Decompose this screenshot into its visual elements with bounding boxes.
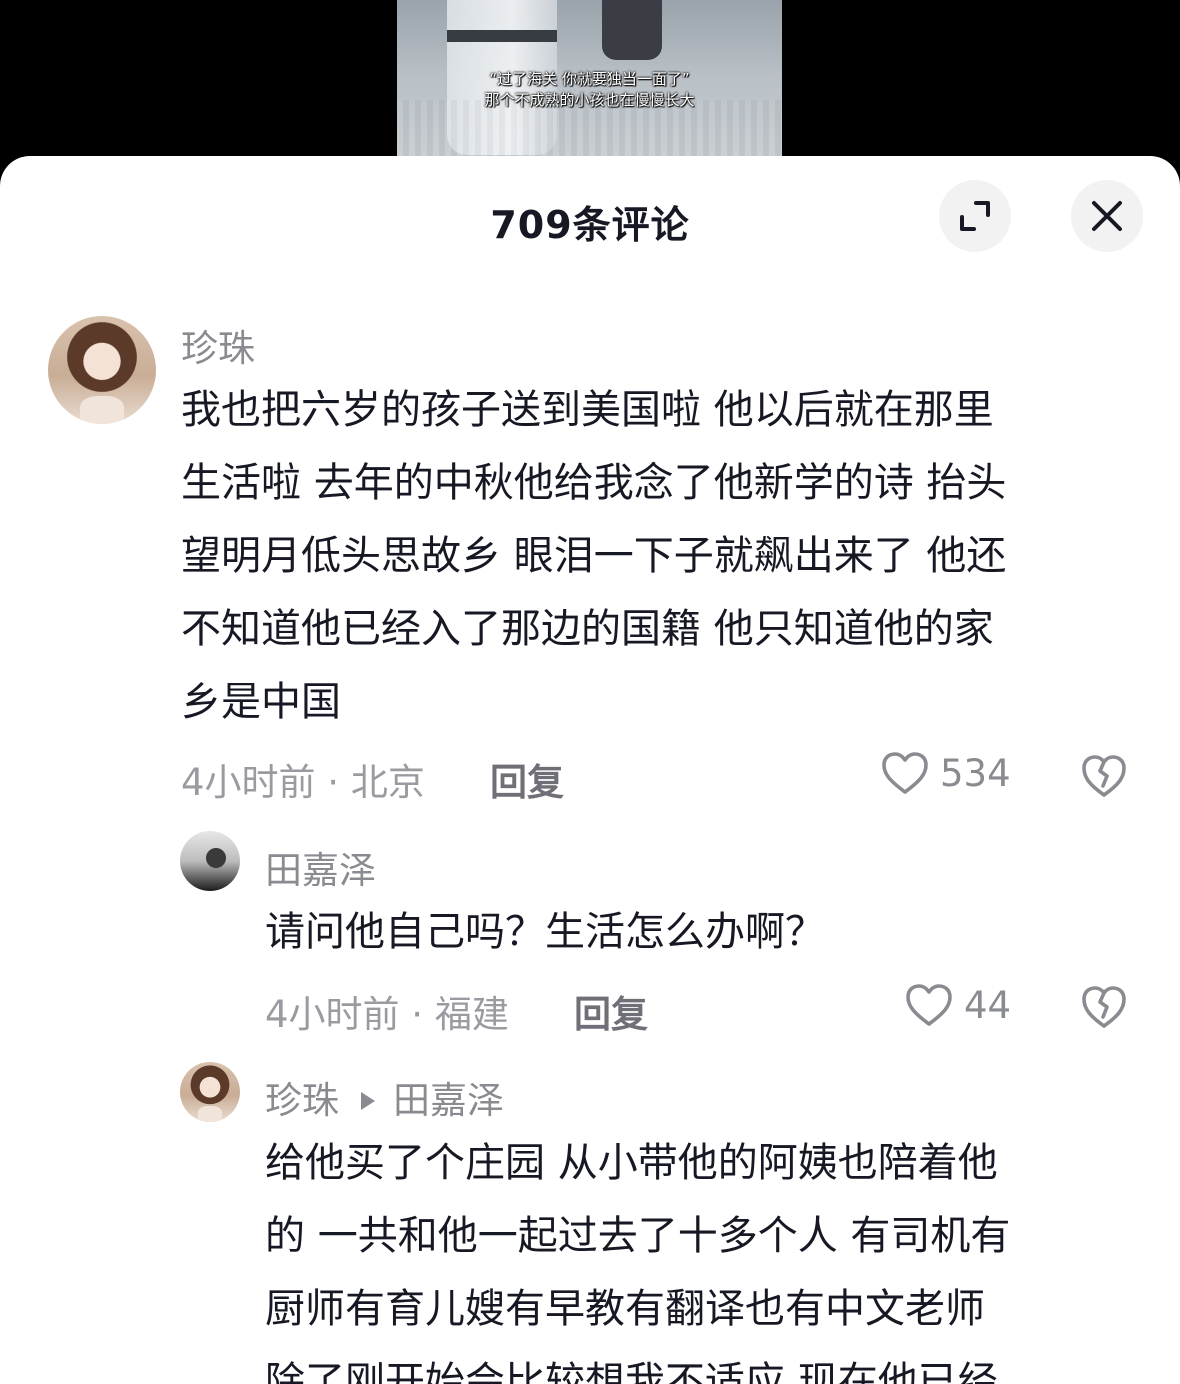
comment-text-line: 厨师有育儿嫂有早教有翻译也有中文老师 (265, 1286, 985, 1332)
close-icon (1092, 201, 1122, 231)
video-player[interactable]: “过了海关 你就要独当一面了” 那个不成熟的小孩也在慢慢长大 (0, 0, 1180, 170)
reply-arrow-icon (361, 1091, 375, 1110)
reply-button[interactable]: 回复 (490, 752, 564, 806)
heart-icon (906, 984, 952, 1026)
broken-heart-icon (1082, 986, 1126, 1028)
comment-text[interactable]: 我也把六岁的孩子送到美国啦 他以后就在那里 生活啦 去年的中秋他给我念了他新学的… (181, 374, 1006, 739)
dislike-button[interactable] (1080, 753, 1128, 803)
avatar[interactable] (48, 316, 156, 424)
comment-time-location: 4小时前 · 福建 (265, 993, 509, 1036)
comment-text-line: 乡是中国 (181, 679, 341, 725)
comment-text-line: 不知道他已经入了那边的国籍 他只知道他的家 (181, 606, 994, 652)
close-button[interactable] (1071, 180, 1143, 252)
avatar[interactable] (180, 1062, 240, 1122)
comment-text[interactable]: 请问他自己吗？生活怎么办啊？ (265, 896, 825, 969)
expand-button[interactable] (939, 180, 1011, 252)
comment-author-name[interactable]: 珍珠 (265, 1079, 339, 1122)
comment-author: 珍珠 田嘉泽 (265, 1070, 504, 1124)
comment-text-line: 给他买了个庄园 从小带他的阿姨也陪着他 (265, 1140, 998, 1186)
video-caption-line-2: 那个不成熟的小孩也在慢慢长大 (484, 91, 695, 109)
comment-author[interactable]: 珍珠 (181, 318, 255, 372)
avatar[interactable] (180, 831, 240, 891)
comment-text[interactable]: 给他买了个庄园 从小带他的阿姨也陪着他 的 一共和他一起过去了十多个人 有司机有… (265, 1127, 1010, 1384)
expand-icon (960, 201, 990, 231)
reply-to-name[interactable]: 田嘉泽 (393, 1079, 504, 1122)
video-frame[interactable]: “过了海关 你就要独当一面了” 那个不成熟的小孩也在慢慢长大 (397, 0, 782, 170)
comment-author[interactable]: 田嘉泽 (265, 840, 376, 894)
dislike-button[interactable] (1080, 984, 1128, 1034)
comment-text-line: 除了刚开始会比较想我不适应 现在他已经 (265, 1359, 998, 1384)
like-button[interactable]: 44 (904, 982, 1011, 1028)
comment-text-line: 请问他自己吗？生活怎么办啊？ (265, 909, 825, 955)
comment-text-line: 望明月低头思故乡 眼泪一下子就飙出来了 他还 (181, 533, 1007, 579)
comments-sheet: 709条评论 珍珠 我也把六岁的孩子送到美国啦 他以后就在那里 生活啦 去年的中… (0, 156, 1180, 1384)
adult-figure (602, 0, 662, 60)
reply-button[interactable]: 回复 (574, 984, 648, 1038)
comment-time-location: 4小时前 · 北京 (181, 761, 425, 804)
comment-text-line: 我也把六岁的孩子送到美国啦 他以后就在那里 (181, 387, 994, 433)
like-button[interactable]: 534 (880, 750, 1011, 796)
comment-text-line: 的 一共和他一起过去了十多个人 有司机有 (265, 1213, 1011, 1259)
heart-icon (882, 752, 928, 794)
like-count: 44 (964, 983, 1012, 1027)
video-caption-line-1: “过了海关 你就要独当一面了” (489, 70, 690, 88)
like-count: 534 (940, 751, 1011, 795)
comment-text-line: 生活啦 去年的中秋他给我念了他新学的诗 抬头 (181, 460, 1007, 506)
broken-heart-icon (1082, 755, 1126, 797)
